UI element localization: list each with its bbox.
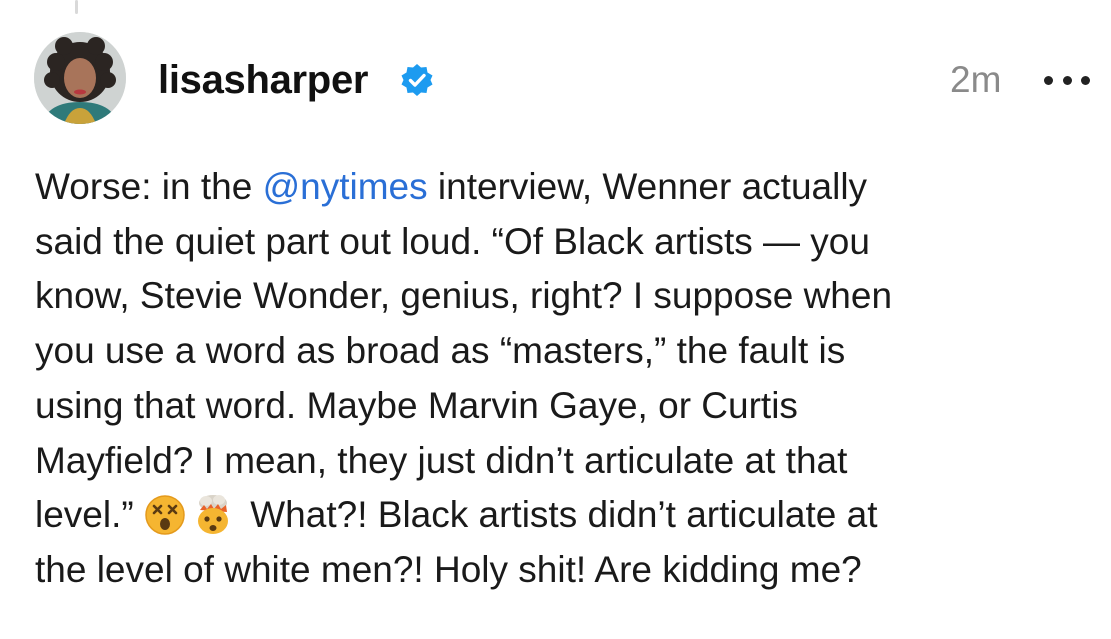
post-text-line: said the quiet part out loud. “Of Black … bbox=[35, 220, 870, 262]
more-dot bbox=[1081, 75, 1090, 85]
dizzy-face-emoji-icon bbox=[145, 495, 185, 535]
avatar[interactable] bbox=[34, 32, 126, 124]
post-text-line: Mayfield? I mean, they just didn’t artic… bbox=[35, 439, 848, 481]
verified-badge-icon bbox=[401, 64, 433, 96]
post-text-segment: level.” bbox=[35, 494, 144, 536]
post-text-segment: interview, Wenner actually bbox=[427, 166, 868, 207]
post-text-line: you use a word as broad as “masters,” th… bbox=[35, 330, 846, 372]
thread-connector-line bbox=[75, 0, 78, 14]
post-timestamp: 2m bbox=[950, 59, 1002, 100]
mention-link[interactable]: @nytimes bbox=[263, 166, 428, 207]
more-options-icon[interactable] bbox=[1044, 66, 1090, 94]
username[interactable]: lisasharper bbox=[158, 56, 368, 104]
post-text-segment: What?! Black artists didn’t articulate a… bbox=[239, 494, 878, 536]
post-text-line: the level of white men?! Holy shit! Are … bbox=[35, 548, 862, 590]
exploding-head-emoji-icon bbox=[197, 495, 228, 535]
post-text-segment: Worse: in the bbox=[35, 166, 263, 207]
post-text: Worse: in the @nytimes interview, Wenner… bbox=[35, 160, 1095, 598]
more-dot bbox=[1062, 75, 1072, 85]
post-text-line: Worse: in the @nytimes interview, Wenner… bbox=[35, 160, 1095, 215]
post-text-line: know, Stevie Wonder, genius, right? I su… bbox=[35, 275, 893, 317]
post-text-line: level.” What?! Black artists didn’t arti… bbox=[35, 488, 1095, 543]
more-dot bbox=[1044, 75, 1053, 85]
post-text-line: using that word. Maybe Marvin Gaye, or C… bbox=[35, 384, 798, 426]
